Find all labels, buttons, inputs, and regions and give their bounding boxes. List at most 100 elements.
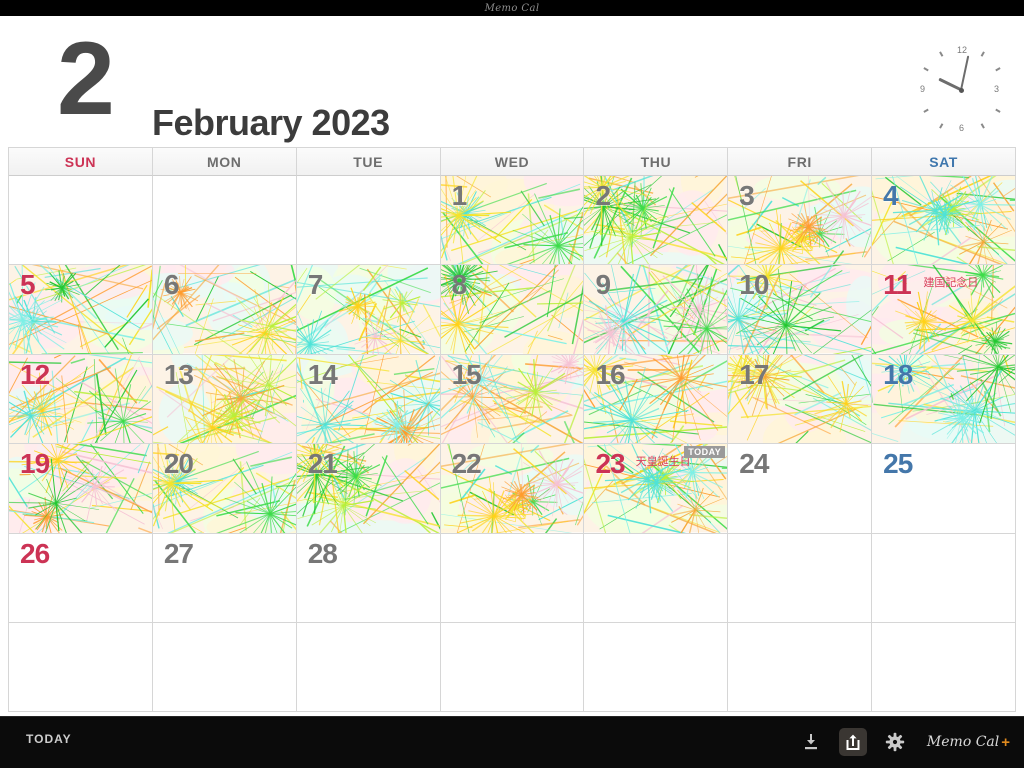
calendar-day-cell-8[interactable]: 8 [440, 265, 585, 355]
weekday-header-sun: SUN [9, 148, 153, 176]
day-number: 10 [739, 269, 769, 301]
calendar-day-cell-empty[interactable] [872, 622, 1017, 713]
calendar-day-cell-empty[interactable] [728, 622, 873, 713]
month-number: 2 [57, 21, 115, 137]
gear-icon[interactable] [881, 728, 909, 756]
calendar-day-cell-empty[interactable] [152, 176, 297, 266]
calendar-day-cell-16[interactable]: 16 [584, 354, 729, 445]
calendar-day-cell-2[interactable]: 2 [584, 176, 729, 266]
day-number: 16 [595, 358, 625, 390]
day-number: 27 [163, 537, 194, 569]
calendar-day-cell-10[interactable]: 10 [728, 265, 873, 355]
calendar-day-cell-15[interactable]: 15 [440, 354, 585, 445]
calendar-day-cell-22[interactable]: 22 [440, 444, 585, 534]
calendar-header: 2 February 2023 12 3 6 9 [0, 16, 1024, 147]
day-number: 19 [20, 448, 50, 480]
day-number: 23 [595, 448, 625, 480]
calendar-day-cell-12[interactable]: 12 [9, 354, 153, 445]
day-number: 24 [739, 448, 769, 480]
week-row: 5 6 7 8 9 10 11 建国記念日 [9, 265, 1017, 355]
weeks-container: 1 2 3 4 5 6 7 8 9 10 11 建国記念日 12 13 14 15 16 17 18 19 20 21 22… [9, 176, 1017, 713]
day-number: 28 [307, 537, 338, 569]
calendar-day-cell-4[interactable]: 4 [872, 176, 1017, 266]
calendar-day-cell-empty[interactable] [296, 176, 441, 266]
calendar-day-cell-empty[interactable] [9, 176, 153, 266]
calendar-day-cell-empty[interactable] [152, 622, 297, 713]
calendar-day-cell-empty[interactable] [440, 622, 585, 713]
weekday-header-mon: MON [152, 148, 297, 176]
day-number: 13 [163, 358, 194, 390]
week-row: 26 27 28 [9, 533, 1017, 623]
calendar-day-cell-11[interactable]: 11 建国記念日 [872, 265, 1017, 355]
holiday-label: 天皇誕生日 [635, 455, 691, 469]
calendar-day-cell-empty[interactable] [728, 533, 873, 623]
calendar-day-cell-18[interactable]: 18 [872, 354, 1017, 445]
calendar-day-cell-empty[interactable] [584, 533, 729, 623]
weekday-header-wed: WED [440, 148, 585, 176]
clock-minute-hand [960, 55, 970, 91]
day-number: 8 [451, 269, 468, 301]
memo-cal-plus-button[interactable]: Memo Cal + [927, 734, 1010, 751]
calendar-day-cell-5[interactable]: 5 [9, 265, 153, 355]
day-number: 26 [20, 537, 50, 569]
day-number: 21 [307, 448, 338, 480]
day-number: 18 [883, 358, 913, 390]
clock-tick [980, 51, 985, 57]
calendar-day-cell-9[interactable]: 9 [584, 265, 729, 355]
day-number: 15 [451, 358, 482, 390]
calendar-day-cell-21[interactable]: 21 [296, 444, 441, 534]
bottom-toolbar: TODAY Memo Cal + [0, 716, 1024, 768]
weekday-header-thu: THU [584, 148, 729, 176]
calendar-day-cell-empty[interactable] [584, 622, 729, 713]
calendar-day-cell-24[interactable]: 24 [728, 444, 873, 534]
week-row: 12 13 14 15 16 17 18 [9, 354, 1017, 445]
calendar-day-cell-6[interactable]: 6 [152, 265, 297, 355]
calendar-grid: SUN MON TUE WED THU FRI SAT 1 2 3 4 5 6 7 8 9 10 11 建国記念日… [8, 147, 1017, 713]
day-number: 20 [163, 448, 194, 480]
plus-icon: + [1001, 733, 1010, 751]
clock-tick [939, 51, 944, 57]
clock-label-6: 6 [959, 123, 965, 133]
calendar-day-cell-25[interactable]: 25 [872, 444, 1017, 534]
today-button[interactable]: TODAY [26, 732, 72, 746]
calendar-day-cell-1[interactable]: 1 [440, 176, 585, 266]
calendar-day-cell-23[interactable]: 23 天皇誕生日 TODAY [584, 444, 729, 534]
clock-label-3: 3 [994, 84, 1000, 94]
calendar-day-cell-empty[interactable] [296, 622, 441, 713]
calendar-day-cell-14[interactable]: 14 [296, 354, 441, 445]
calendar-day-cell-empty[interactable] [872, 533, 1017, 623]
clock-tick [995, 67, 1001, 72]
download-icon[interactable] [797, 728, 825, 756]
day-number: 2 [595, 180, 611, 211]
calendar-day-cell-7[interactable]: 7 [296, 265, 441, 355]
calendar-day-cell-empty[interactable] [440, 533, 585, 623]
calendar-day-cell-28[interactable]: 28 [296, 533, 441, 623]
calendar-day-cell-13[interactable]: 13 [152, 354, 297, 445]
weekday-header-sat: SAT [872, 148, 1017, 176]
memo-cal-plus-label: Memo Cal [926, 734, 1000, 750]
calendar-day-cell-17[interactable]: 17 [728, 354, 873, 445]
calendar-day-cell-empty[interactable] [9, 622, 153, 713]
calendar-day-cell-26[interactable]: 26 [9, 533, 153, 623]
calendar-day-cell-20[interactable]: 20 [152, 444, 297, 534]
holiday-label: 建国記念日 [923, 276, 979, 290]
clock-label-9: 9 [920, 84, 926, 94]
week-row [9, 622, 1017, 713]
week-row: 1 2 3 4 [9, 176, 1017, 266]
day-number: 7 [307, 269, 324, 301]
share-icon[interactable] [838, 728, 867, 756]
calendar-day-cell-27[interactable]: 27 [152, 533, 297, 623]
day-number: 4 [883, 180, 899, 211]
calendar-day-cell-19[interactable]: 19 [9, 444, 153, 534]
calendar-day-cell-3[interactable]: 3 [728, 176, 873, 266]
week-row: 19 20 21 22 23 天皇誕生日 TODAY 24 25 [9, 444, 1017, 534]
day-number: 22 [451, 448, 482, 480]
day-number: 14 [307, 358, 338, 390]
clock-label-12: 12 [957, 45, 968, 55]
analog-clock-widget: 12 3 6 9 [915, 44, 1007, 136]
clock-tick [923, 108, 929, 113]
clock-tick [923, 67, 929, 72]
day-number: 5 [20, 269, 36, 301]
clock-tick [980, 123, 985, 129]
clock-tick [995, 108, 1001, 113]
